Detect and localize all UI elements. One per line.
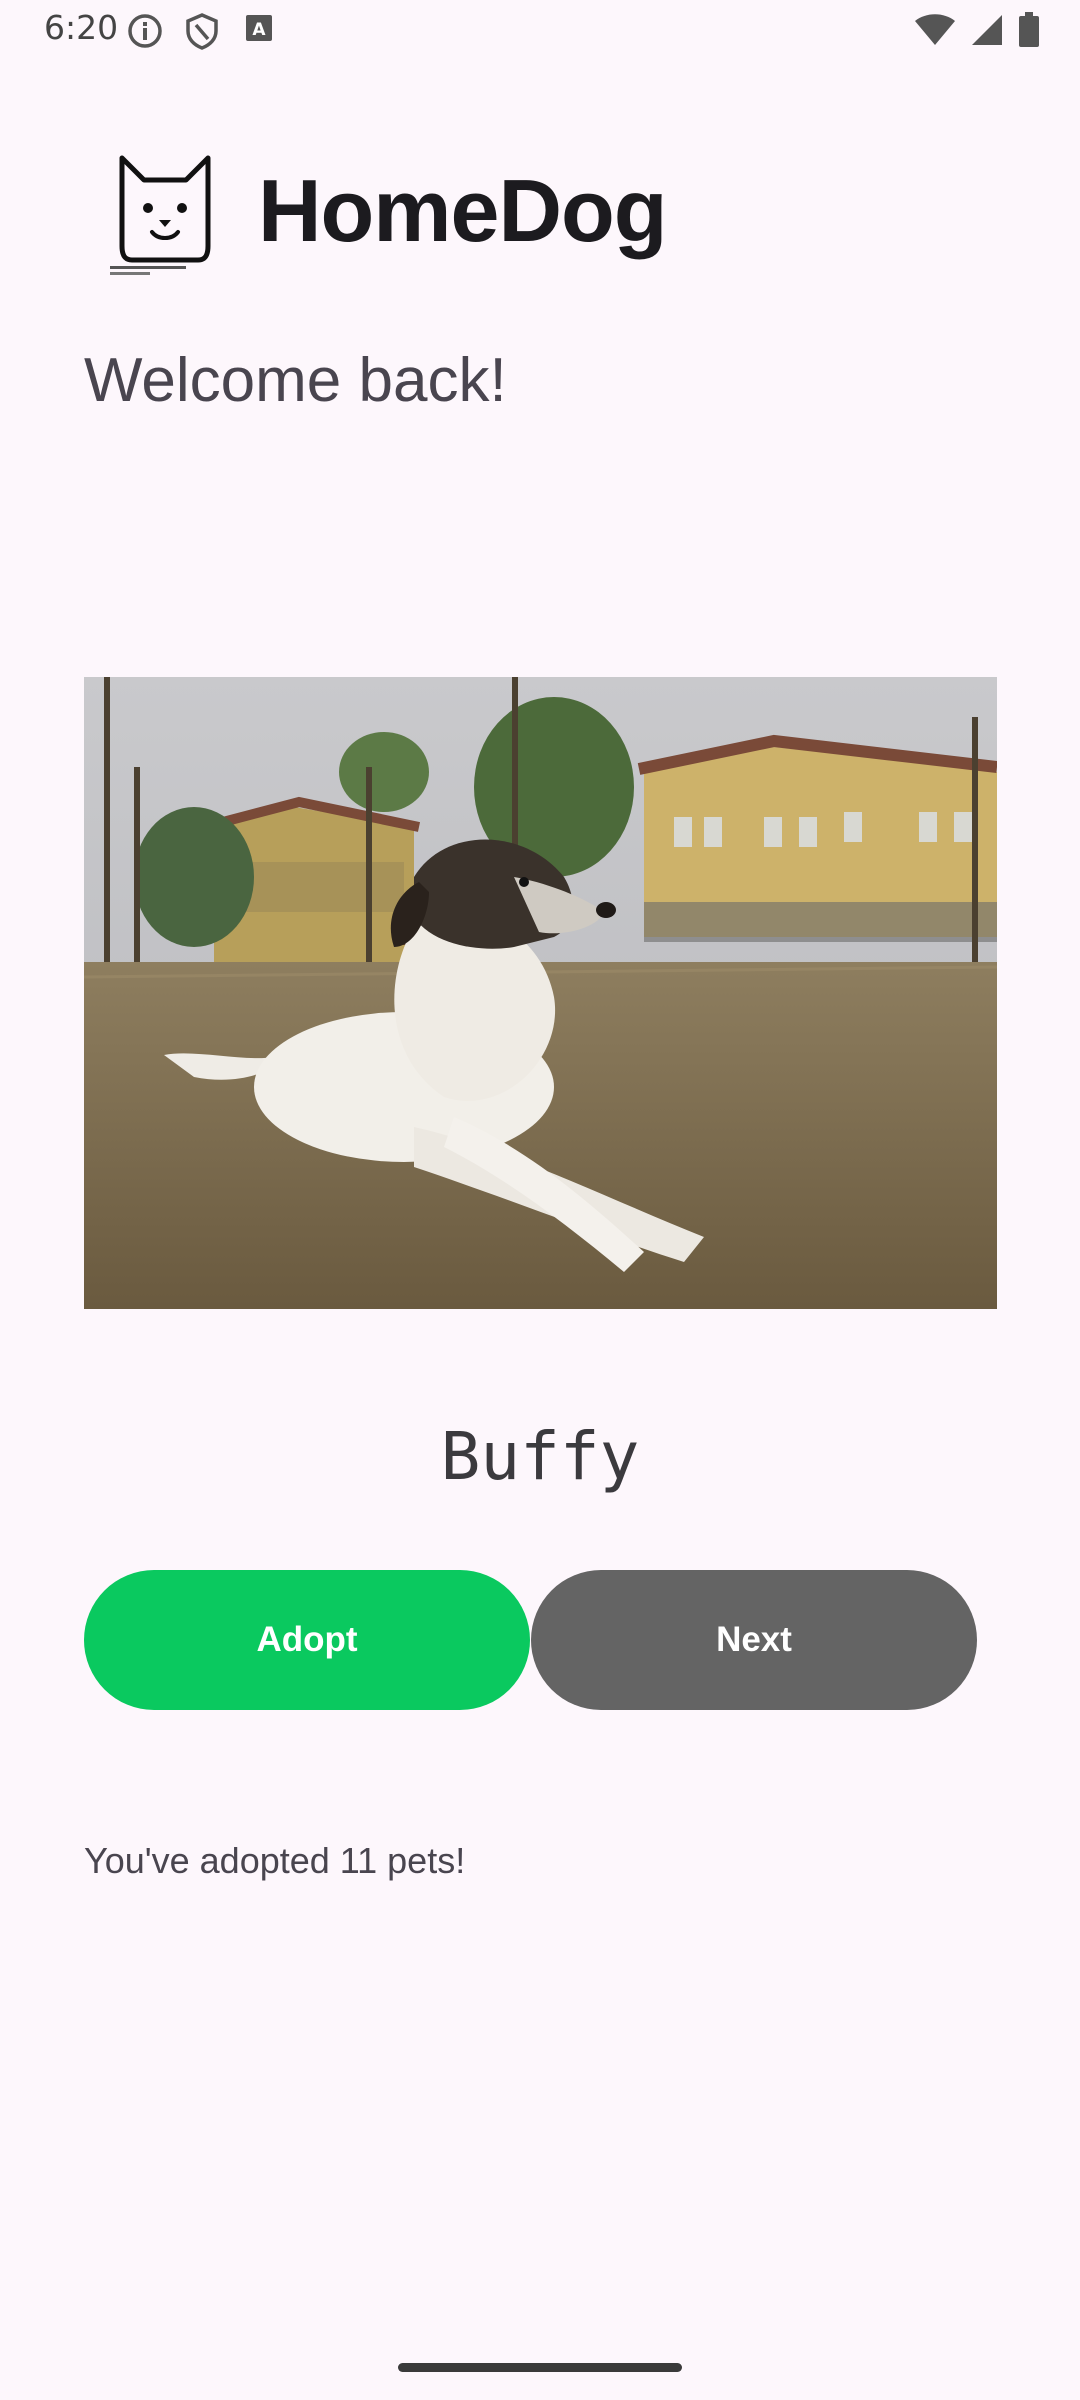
dog-photo <box>84 677 997 1309</box>
battery-icon <box>1019 12 1039 47</box>
pet-photo <box>84 677 997 1309</box>
status-bar: 6:20 A <box>0 0 1080 60</box>
adopted-count-text: You've adopted 11 pets! <box>84 1840 466 1881</box>
status-time: 6:20 <box>44 8 119 47</box>
app-screen: 6:20 A HomeDog Welcome back! Buffy Adopt… <box>0 0 1080 2400</box>
status-right-icons <box>914 12 1040 48</box>
svg-text:A: A <box>252 20 266 40</box>
home-indicator[interactable] <box>398 2363 682 2372</box>
dog-face-icon <box>110 155 211 275</box>
app-title: HomeDog <box>258 161 668 260</box>
info-icon <box>128 14 162 48</box>
keyboard-a-icon: A <box>246 15 272 41</box>
shield-icon <box>186 13 218 50</box>
next-button[interactable]: Next <box>531 1570 977 1710</box>
signal-icon <box>972 15 1002 45</box>
wifi-icon <box>915 14 955 45</box>
welcome-text: Welcome back! <box>84 346 507 415</box>
adopt-button[interactable]: Adopt <box>84 1570 530 1710</box>
pet-name: Buffy <box>440 1418 640 1495</box>
